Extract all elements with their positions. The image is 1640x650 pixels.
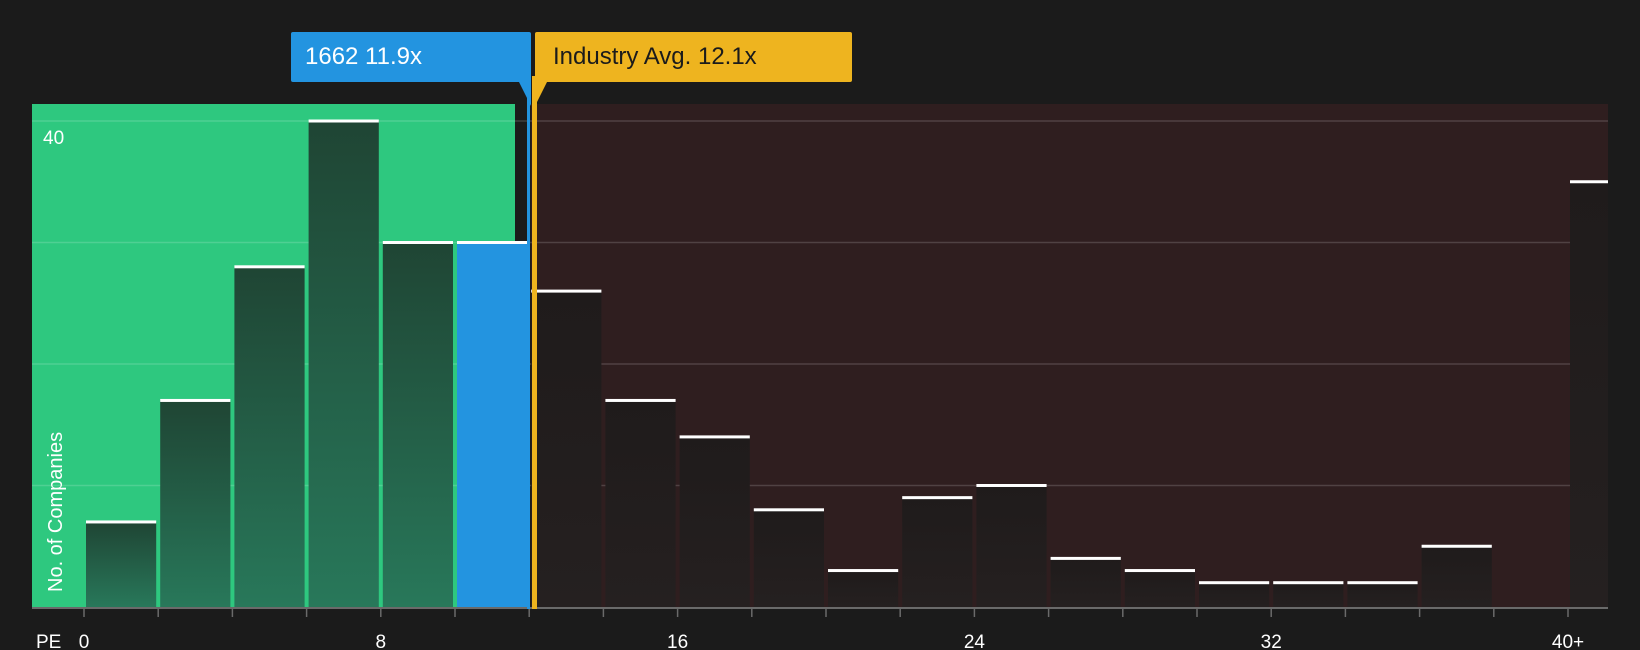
bar-2-4 — [160, 400, 231, 607]
bar-cap-16-18 — [679, 435, 750, 439]
bar-cap-6-8 — [308, 119, 379, 123]
bar-30-32 — [1199, 582, 1270, 607]
bar-cap-40+ — [1570, 180, 1608, 184]
company-pe-line — [527, 76, 530, 609]
bar-12-14 — [531, 291, 602, 607]
pe-distribution-chart: 0 8 16 24 32 40+ 40 No. of Companies PE — [0, 0, 1640, 650]
bar-36-38 — [1421, 546, 1492, 607]
y-tick-label: 40 — [43, 128, 64, 149]
bar-cap-4-6 — [234, 265, 305, 269]
bar-32-34 — [1273, 582, 1344, 607]
bar-24-26 — [976, 485, 1047, 607]
y-axis-label: No. of Companies — [45, 432, 67, 592]
bar-cap-2-4 — [160, 398, 231, 402]
bar-cap-28-30 — [1124, 569, 1195, 573]
industry-avg-callout: Industry Avg. 12.1x — [535, 32, 852, 82]
bar-cap-22-24 — [902, 496, 973, 500]
bar-26-28 — [1050, 558, 1121, 607]
bar-4-6 — [234, 266, 305, 607]
x-tick-label: 16 — [667, 632, 688, 650]
bar-8-10 — [382, 242, 453, 607]
x-tick-label: 32 — [1261, 632, 1282, 650]
bar-cap-0-2 — [86, 520, 157, 524]
company-pe-label: 1662 11.9x — [305, 43, 422, 70]
bar-cap-24-26 — [976, 484, 1047, 487]
bar-cap-34-36 — [1347, 581, 1418, 585]
bar-cap-14-16 — [605, 398, 676, 402]
bar-40+ — [1570, 181, 1608, 607]
bar-22-24 — [902, 497, 973, 607]
industry-avg-label: Industry Avg. 12.1x — [553, 43, 757, 70]
bar-14-16 — [605, 400, 676, 607]
company-pe-callout: 1662 11.9x — [291, 32, 531, 82]
bar-6-8 — [308, 121, 379, 607]
x-tick-label: 0 — [79, 632, 90, 650]
bar-cap-12-14 — [531, 289, 602, 293]
bar-cap-8-10 — [382, 241, 453, 244]
bar-cap-20-22 — [828, 569, 899, 573]
bar-0-2 — [86, 521, 157, 607]
x-tick-label: 8 — [376, 632, 387, 650]
bar-16-18 — [679, 436, 750, 607]
bar-34-36 — [1347, 582, 1418, 607]
x-tick-label: 40+ — [1552, 632, 1584, 650]
bar-cap-26-28 — [1050, 556, 1121, 560]
bar-cap-30-32 — [1199, 581, 1270, 585]
bar-18-20 — [753, 509, 824, 607]
bar-cap-32-34 — [1273, 581, 1344, 585]
bar-20-22 — [828, 570, 899, 607]
x-axis-label: PE — [36, 632, 61, 650]
bar-10-12 — [457, 242, 528, 607]
bar-cap-36-38 — [1421, 544, 1492, 548]
industry-avg-line — [532, 76, 537, 609]
bar-28-30 — [1124, 570, 1195, 607]
x-tick-label: 24 — [964, 632, 986, 650]
bar-cap-18-20 — [753, 508, 824, 512]
bar-cap-10-12 — [457, 241, 528, 244]
